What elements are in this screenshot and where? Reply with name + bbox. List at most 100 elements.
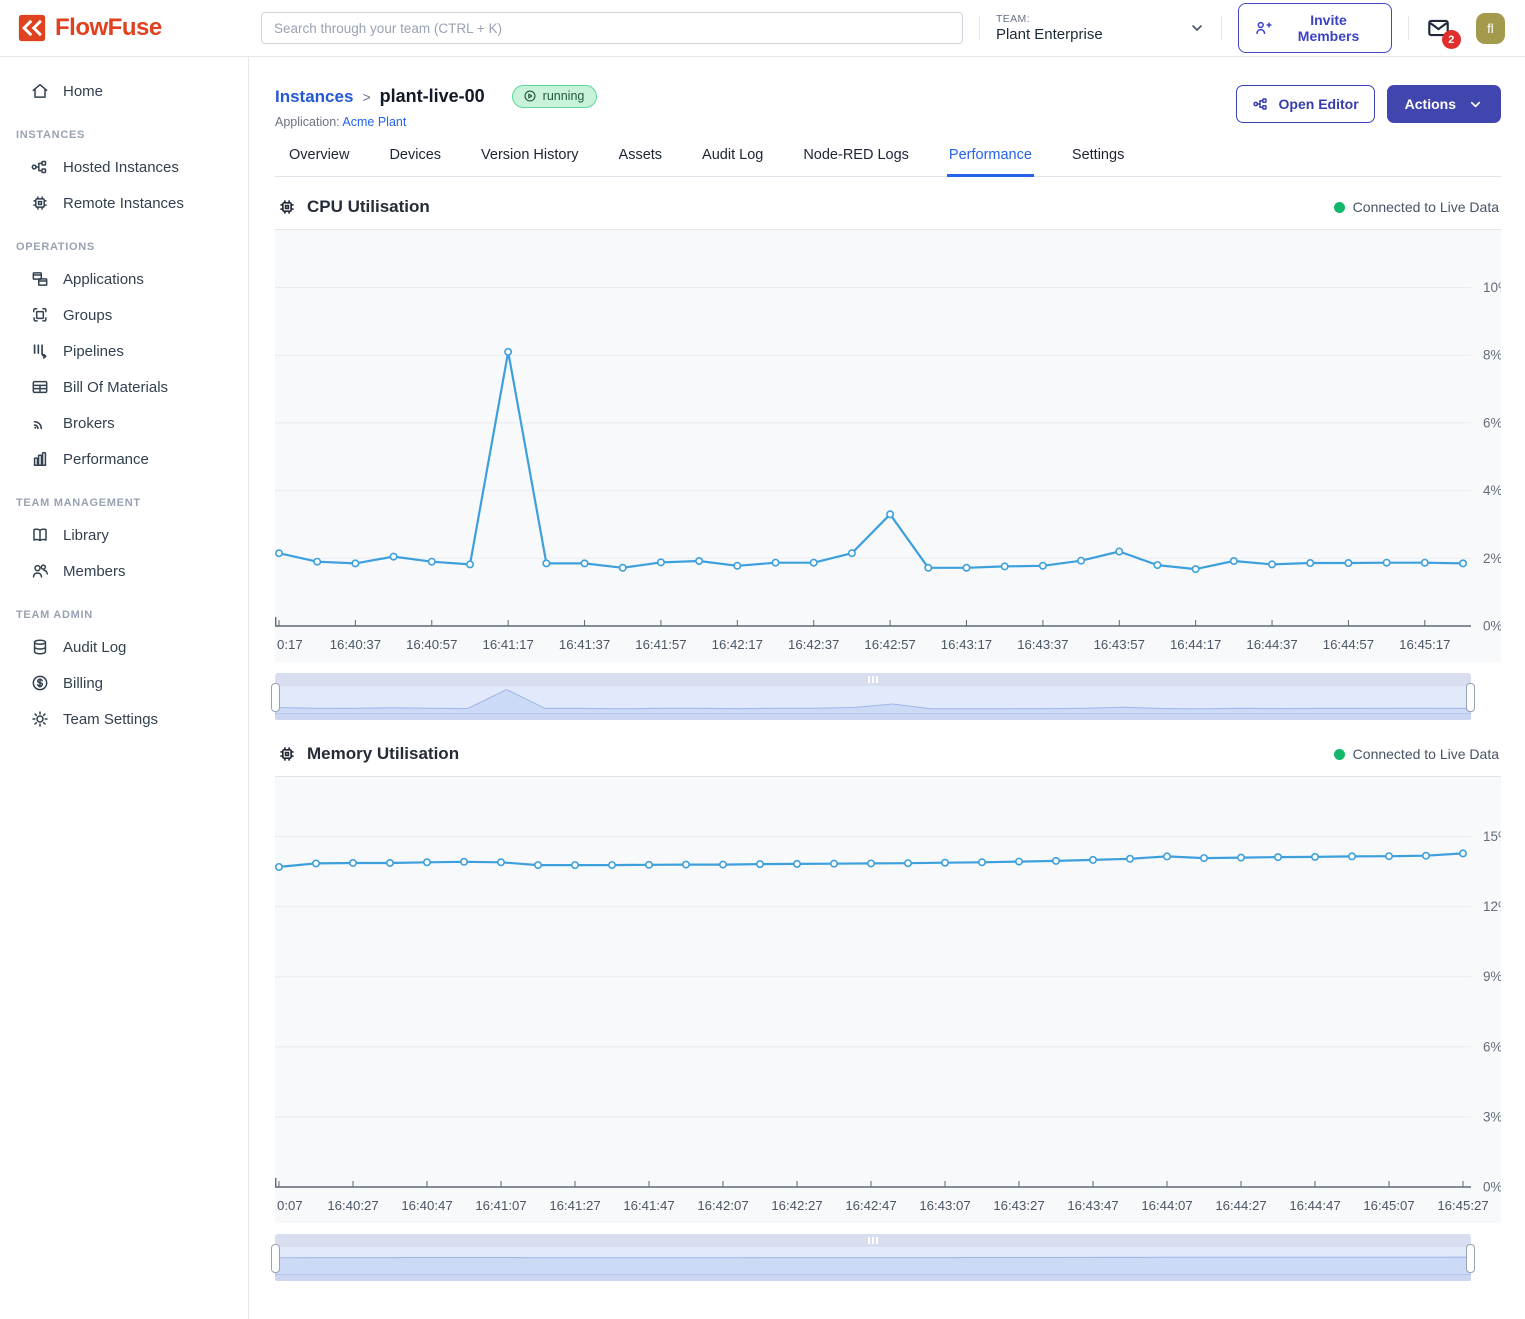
svg-text:16:40:37: 16:40:37 [330,637,381,652]
sidebar-item-audit-log[interactable]: Audit Log [0,629,248,665]
tab-devices[interactable]: Devices [387,147,443,177]
svg-text:2%: 2% [1483,551,1501,566]
team-label: TEAM: [996,13,1103,25]
svg-text:8%: 8% [1483,348,1501,363]
applications-icon [30,269,50,289]
sidebar-section-instances: INSTANCES [0,109,248,149]
sidebar-item-billing[interactable]: Billing [0,665,248,701]
svg-text:6%: 6% [1483,415,1501,430]
play-circle-icon [523,89,537,103]
performance-icon [30,449,50,469]
cpu-chip-icon [277,197,297,217]
svg-text:0:17: 0:17 [277,637,303,652]
invite-members-button[interactable]: Invite Members [1238,3,1392,53]
live-dot-icon [1334,202,1345,213]
svg-text:16:42:27: 16:42:27 [771,1198,822,1213]
sidebar-item-bill-of-materials[interactable]: Bill Of Materials [0,369,248,405]
groups-icon [30,305,50,325]
svg-text:16:41:27: 16:41:27 [549,1198,600,1213]
svg-text:16:41:07: 16:41:07 [475,1198,526,1213]
hosted-instances-icon [30,157,50,177]
brush-right-handle[interactable] [1466,1244,1475,1273]
tab-node-red-logs[interactable]: Node-RED Logs [801,147,911,177]
memory-utilisation-section: Memory Utilisation Connected to Live Dat… [275,724,1501,1281]
memory-chart[interactable]: 0%3%6%9%12%15%0:0716:40:2716:40:4716:41:… [275,777,1501,1223]
home-icon [30,81,50,101]
svg-text:16:43:07: 16:43:07 [919,1198,970,1213]
brush-right-handle[interactable] [1466,683,1475,712]
memory-range-brush[interactable] [275,1234,1471,1281]
cpu-range-brush[interactable] [275,673,1471,720]
page-title: plant-live-00 [380,86,485,107]
svg-text:0%: 0% [1483,1180,1501,1195]
tab-audit-log[interactable]: Audit Log [700,147,765,177]
sidebar-item-brokers[interactable]: Brokers [0,405,248,441]
application-line: Application: Acme Plant [275,115,597,129]
breadcrumb-separator: > [362,89,370,105]
cpu-utilisation-section: CPU Utilisation Connected to Live Data 0… [275,177,1501,720]
tab-overview[interactable]: Overview [287,147,351,177]
divider [1408,16,1409,40]
brush-left-handle[interactable] [271,1244,280,1273]
sidebar-item-hosted-instances[interactable]: Hosted Instances [0,149,248,185]
sidebar-item-performance[interactable]: Performance [0,441,248,477]
memory-chip-icon [277,744,297,764]
sidebar-item-remote-instances[interactable]: Remote Instances [0,185,248,221]
team-settings-icon [30,709,50,729]
svg-text:6%: 6% [1483,1039,1501,1054]
svg-text:16:41:17: 16:41:17 [482,637,533,652]
svg-text:10%: 10% [1483,280,1501,295]
sidebar-item-home[interactable]: Home [0,73,248,109]
svg-text:16:41:57: 16:41:57 [635,637,686,652]
svg-text:16:40:57: 16:40:57 [406,637,457,652]
sidebar-section-team-admin: TEAM ADMIN [0,589,248,629]
sidebar-item-team-settings[interactable]: Team Settings [0,701,248,737]
team-selector[interactable]: TEAM: Plant Enterprise [996,13,1205,43]
application-link[interactable]: Acme Plant [342,115,406,129]
memory-section-title: Memory Utilisation [307,744,459,764]
flowfuse-logo[interactable]: FlowFuse [0,14,249,42]
sidebar-item-groups[interactable]: Groups [0,297,248,333]
open-editor-button[interactable]: Open Editor [1236,85,1375,123]
library-icon [30,525,50,545]
avatar[interactable]: fl [1476,13,1505,44]
breadcrumb: Instances > plant-live-00 running [275,85,597,108]
status-badge: running [512,85,598,108]
team-name: Plant Enterprise [996,26,1103,43]
tab-assets[interactable]: Assets [617,147,665,177]
search-input[interactable] [261,12,963,44]
brush-grip-handle[interactable] [275,1234,1471,1247]
sidebar-item-pipelines[interactable]: Pipelines [0,333,248,369]
tab-settings[interactable]: Settings [1070,147,1126,177]
actions-button[interactable]: Actions [1387,85,1501,123]
svg-text:16:42:17: 16:42:17 [712,637,763,652]
svg-text:16:45:27: 16:45:27 [1437,1198,1488,1213]
bill-of-materials-icon [30,377,50,397]
svg-text:16:41:37: 16:41:37 [559,637,610,652]
brush-grip-handle[interactable] [275,673,1471,686]
sidebar-item-library[interactable]: Library [0,517,248,553]
svg-text:16:42:57: 16:42:57 [864,637,915,652]
svg-text:16:43:47: 16:43:47 [1067,1198,1118,1213]
sidebar-item-members[interactable]: Members [0,553,248,589]
tab-version-history[interactable]: Version History [479,147,581,177]
instance-tabs: Overview Devices Version History Assets … [275,147,1501,177]
sidebar: Home INSTANCES Hosted Instances Remote I… [0,57,249,1319]
svg-text:16:43:17: 16:43:17 [941,637,992,652]
tab-performance[interactable]: Performance [947,147,1034,177]
svg-text:3%: 3% [1483,1109,1501,1124]
cpu-chart[interactable]: 0%2%4%6%8%10%0:1716:40:3716:40:5716:41:1… [275,230,1501,662]
divider [1221,16,1222,40]
brush-left-handle[interactable] [271,683,280,712]
svg-text:0:07: 0:07 [277,1198,303,1213]
svg-text:16:43:27: 16:43:27 [993,1198,1044,1213]
svg-text:9%: 9% [1483,969,1501,984]
remote-instances-icon [30,193,50,213]
audit-log-icon [30,637,50,657]
billing-icon [30,673,50,693]
divider [979,16,980,40]
main-content: Instances > plant-live-00 running Applic… [249,57,1525,1319]
notifications-button[interactable]: 2 [1425,15,1452,41]
breadcrumb-instances-link[interactable]: Instances [275,87,353,107]
sidebar-item-applications[interactable]: Applications [0,261,248,297]
